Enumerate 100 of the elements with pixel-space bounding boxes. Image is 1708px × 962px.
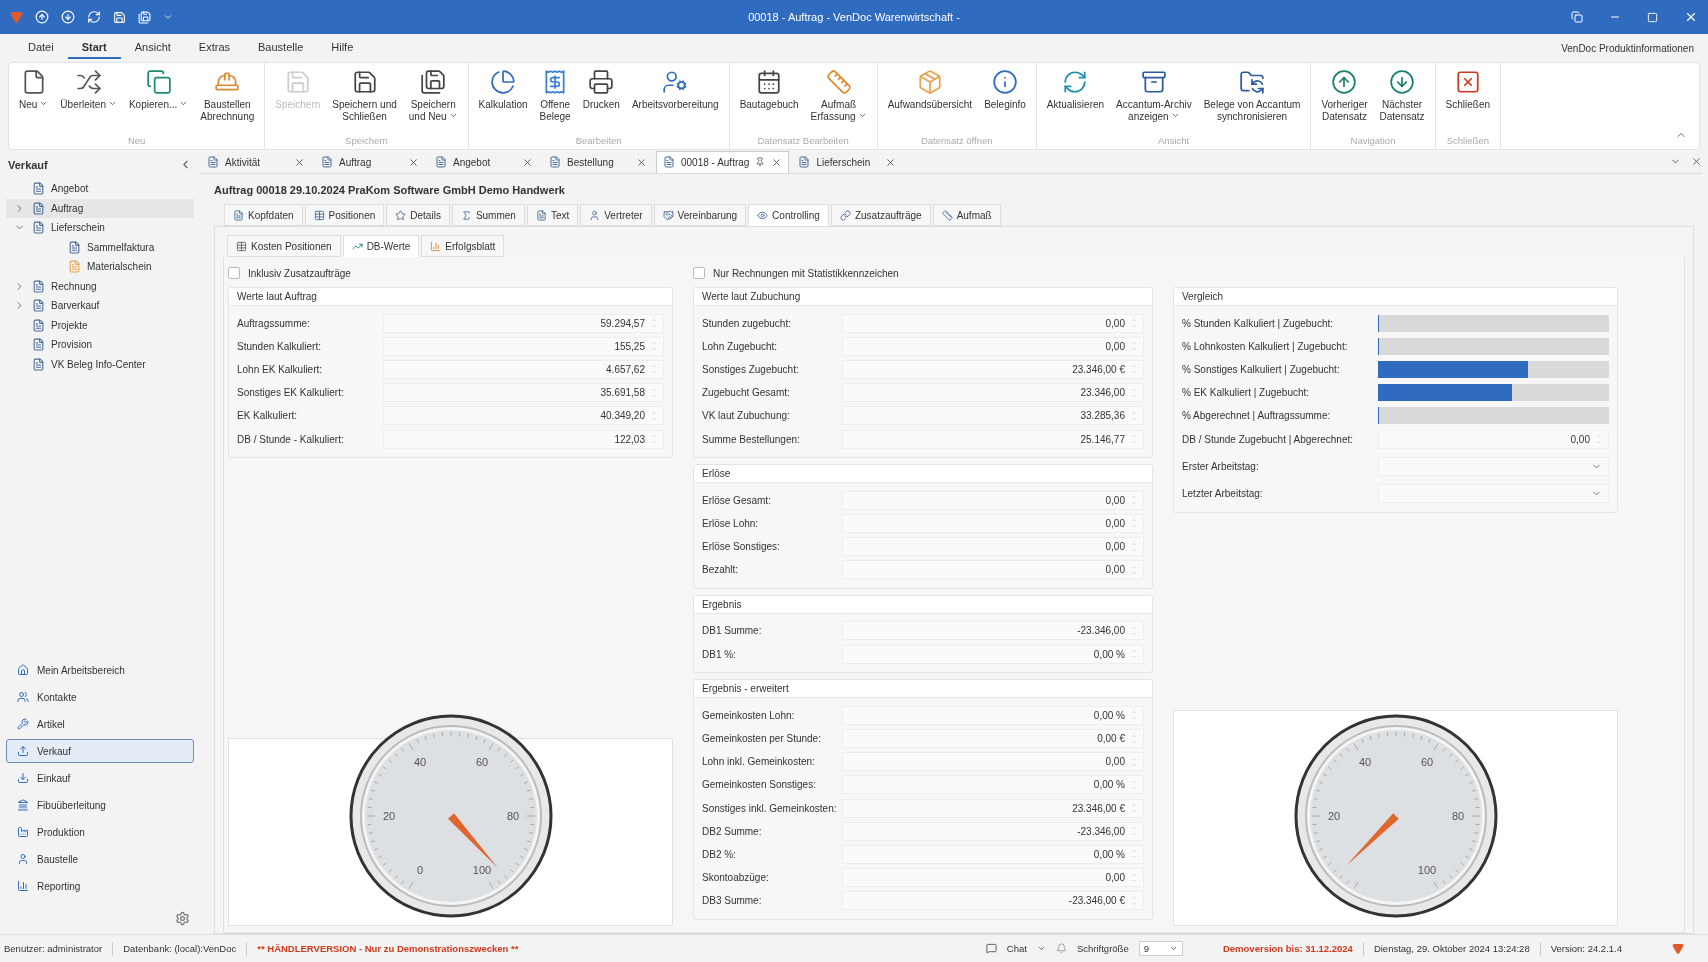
menu-tab[interactable]: Datei	[14, 37, 68, 59]
pin-icon[interactable]	[755, 157, 766, 167]
nav-item[interactable]: Kontakte	[6, 685, 194, 709]
number-field[interactable]: 40.349,20	[383, 406, 664, 426]
ribbon-button[interactable]: Nächster Datensatz	[1375, 67, 1429, 125]
maximize-icon[interactable]	[1647, 11, 1658, 23]
close-icon[interactable]	[294, 156, 305, 168]
ribbon-button[interactable]: Aufmaß Erfassung	[806, 67, 871, 125]
number-field[interactable]: 0,00	[1378, 429, 1609, 449]
ribbon-button[interactable]: Speichern und Neu	[404, 67, 462, 125]
number-field[interactable]: 59.294,57	[383, 313, 664, 333]
tab[interactable]: Aufmaß	[932, 204, 1001, 226]
ribbon-button[interactable]: Arbeitsvorbereitung	[627, 67, 723, 113]
menu-tab[interactable]: Ansicht	[120, 37, 185, 59]
document-tab[interactable]: Auftrag	[314, 150, 426, 173]
number-field[interactable]: 0,00 %	[842, 644, 1144, 664]
floppy-new-icon[interactable]	[138, 10, 151, 24]
arrow-down-icon[interactable]	[61, 10, 75, 24]
close-icon[interactable]	[408, 156, 419, 168]
ribbon-button[interactable]: Überleiten	[56, 67, 121, 113]
tree-item[interactable]: Provision	[6, 335, 194, 355]
menu-tab[interactable]: Baustelle	[244, 37, 318, 59]
tree-item[interactable]: Materialschein	[6, 257, 194, 277]
number-field[interactable]: 0,00	[842, 560, 1144, 580]
close-icon[interactable]	[1684, 10, 1698, 24]
tab[interactable]: DB-Werte	[342, 235, 420, 257]
number-field[interactable]: -23.346,00 €	[842, 891, 1144, 911]
checkbox[interactable]	[693, 267, 705, 279]
number-field[interactable]: 23.346,00	[842, 383, 1144, 403]
number-field[interactable]: 23.346,00 €	[842, 798, 1144, 818]
number-field[interactable]: 4.657,62	[383, 359, 664, 379]
tab[interactable]: Vertreter	[580, 204, 652, 226]
number-field[interactable]: 122,03	[383, 429, 664, 449]
caret-icon[interactable]	[163, 12, 173, 22]
settings-icon[interactable]	[175, 911, 190, 926]
nav-item[interactable]: Artikel	[6, 712, 194, 736]
document-tab[interactable]: 00018 - Auftrag	[656, 150, 790, 173]
nav-item[interactable]: Verkauf	[6, 739, 194, 763]
menu-tab[interactable]: Start	[67, 37, 121, 59]
number-field[interactable]: 0,00	[842, 313, 1144, 333]
close-icon[interactable]	[885, 156, 897, 168]
tree-item[interactable]: Rechnung	[6, 276, 194, 296]
number-field[interactable]: 0,00	[842, 537, 1144, 557]
close-icon[interactable]	[771, 156, 783, 168]
nav-item[interactable]: Mein Arbeitsbereich	[6, 658, 194, 682]
tree-item[interactable]: VK Beleg Info-Center	[6, 354, 194, 374]
tree-item[interactable]: Barverkauf	[6, 296, 194, 316]
number-field[interactable]: 0,00 %	[842, 705, 1144, 725]
tab[interactable]: Summen	[451, 204, 525, 226]
number-field[interactable]: 25.146,77	[842, 429, 1144, 449]
number-field[interactable]: 35.691,58	[383, 383, 664, 403]
tab[interactable]: Zusatzaufträge	[830, 204, 931, 226]
ribbon-button[interactable]: Kalkulation	[474, 67, 532, 113]
menu-tab[interactable]: Extras	[184, 37, 244, 59]
document-tab[interactable]: Bestellung	[542, 150, 654, 173]
close-icon[interactable]	[522, 156, 533, 168]
tree-item[interactable]: Lieferschein	[6, 218, 194, 238]
tab[interactable]: Controlling	[748, 204, 829, 226]
font-size-dropdown[interactable]: 9	[1138, 941, 1183, 956]
info-link[interactable]: VenDoc Produktinformationen	[1561, 42, 1694, 54]
ribbon-button[interactable]: Aktualisieren	[1042, 67, 1109, 113]
document-tab[interactable]: Lieferschein	[791, 150, 904, 173]
number-field[interactable]: 0,00	[842, 490, 1144, 510]
number-field[interactable]: -23.346,00	[842, 821, 1144, 841]
tab[interactable]: Details	[386, 204, 450, 226]
ribbon-button[interactable]: Drucken	[578, 67, 624, 113]
number-field[interactable]: 23.346,00 €	[842, 359, 1144, 379]
checkbox[interactable]	[228, 267, 240, 279]
nav-item[interactable]: Einkauf	[6, 766, 194, 790]
number-field[interactable]: 0,00	[842, 513, 1144, 533]
ribbon-button[interactable]: Bautagebuch	[735, 67, 803, 113]
nav-item[interactable]: Reporting	[6, 874, 194, 898]
arrow-up-icon[interactable]	[35, 10, 49, 24]
ribbon-button[interactable]: Belege von Accantum synchronisieren	[1199, 67, 1305, 125]
refresh-icon[interactable]	[87, 10, 101, 24]
ribbon-button[interactable]: Aufwandsübersicht	[883, 67, 977, 113]
document-tab[interactable]: Aktivität	[200, 150, 312, 173]
number-field[interactable]: 0,00	[842, 752, 1144, 772]
caret-icon[interactable]	[1036, 944, 1046, 953]
number-field[interactable]: 155,25	[383, 336, 664, 356]
tree-item[interactable]: Projekte	[6, 315, 194, 335]
ribbon-button[interactable]: Baustellen Abrechnung	[196, 67, 259, 125]
close-icon[interactable]	[636, 156, 647, 168]
floppy-icon[interactable]	[113, 10, 126, 24]
number-field[interactable]: 0,00	[842, 336, 1144, 356]
nav-item[interactable]: Fibuüberleitung	[6, 793, 194, 817]
tab[interactable]: Positionen	[304, 204, 385, 226]
tree-item[interactable]: Auftrag	[6, 198, 194, 218]
restore-icon[interactable]	[1571, 11, 1583, 23]
tab[interactable]: Kosten Positionen	[227, 235, 341, 257]
number-field[interactable]: -23.346,00	[842, 621, 1144, 641]
ribbon-button[interactable]: Accantum-Archiv anzeigen	[1112, 67, 1196, 125]
nav-item[interactable]: Produktion	[6, 820, 194, 844]
number-field[interactable]: 0,00 €	[842, 729, 1144, 749]
ribbon-button[interactable]: Neu	[15, 67, 53, 113]
number-field[interactable]: 33.285,36	[842, 406, 1144, 426]
tree-item[interactable]: Angebot	[6, 179, 194, 199]
tab[interactable]: Erfolgsblatt	[421, 235, 505, 257]
tab[interactable]: Kopfdaten	[224, 204, 303, 226]
ribbon-button[interactable]: Offene Belege	[535, 67, 575, 125]
